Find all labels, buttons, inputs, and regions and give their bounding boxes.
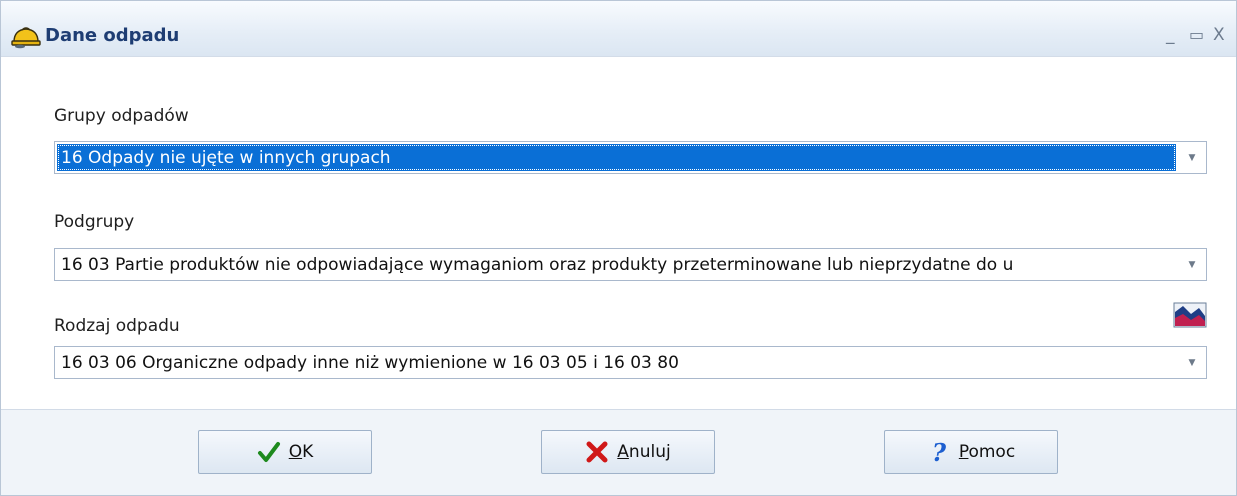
help-label: Pomoc (958, 442, 1016, 462)
checkmark-icon (257, 442, 280, 462)
ok-label: OK (288, 442, 314, 462)
chevron-down-icon[interactable]: ▼ (1178, 347, 1206, 378)
subgroups-label: Podgrupy (54, 212, 135, 232)
hard-hat-icon (11, 27, 41, 49)
cancel-label: Anuluj (617, 442, 671, 462)
title-bar[interactable]: Dane odpadu _ ▭ X (1, 1, 1236, 57)
cancel-button[interactable]: Anuluj (541, 430, 715, 474)
close-button[interactable]: X (1213, 25, 1225, 45)
subgroups-combobox[interactable]: 16 03 Partie produktów nie odpowiadające… (54, 248, 1207, 281)
question-mark-icon: ? (932, 440, 947, 464)
subgroups-value: 16 03 Partie produktów nie odpowiadające… (61, 255, 1014, 275)
chevron-down-icon[interactable]: ▼ (1178, 142, 1206, 173)
dialog-window: Dane odpadu _ ▭ X Grupy odpadów 16 Odpad… (0, 0, 1237, 496)
form-area: Grupy odpadów 16 Odpady nie ujęte w inny… (1, 57, 1236, 409)
groups-label: Grupy odpadów (54, 106, 189, 126)
chart-icon[interactable] (1173, 302, 1207, 328)
groups-value: 16 Odpady nie ujęte w innych grupach (57, 144, 1176, 171)
groups-combobox[interactable]: 16 Odpady nie ujęte w innych grupach ▼ (54, 141, 1207, 174)
svg-text:?: ? (932, 440, 947, 464)
window-title: Dane odpadu (45, 25, 180, 46)
red-x-icon (586, 441, 608, 463)
chevron-down-icon[interactable]: ▼ (1178, 249, 1206, 280)
help-button[interactable]: ? Pomoc (884, 430, 1058, 474)
button-bar: OK Anuluj ? Pomoc (1, 409, 1236, 495)
waste-type-label: Rodzaj odpadu (54, 316, 180, 336)
minimize-button[interactable]: _ (1166, 25, 1175, 45)
maximize-button[interactable]: ▭ (1189, 25, 1204, 45)
waste-type-combobox[interactable]: 16 03 06 Organiczne odpady inne niż wymi… (54, 346, 1207, 379)
ok-button[interactable]: OK (198, 430, 372, 474)
waste-type-value: 16 03 06 Organiczne odpady inne niż wymi… (61, 353, 679, 373)
